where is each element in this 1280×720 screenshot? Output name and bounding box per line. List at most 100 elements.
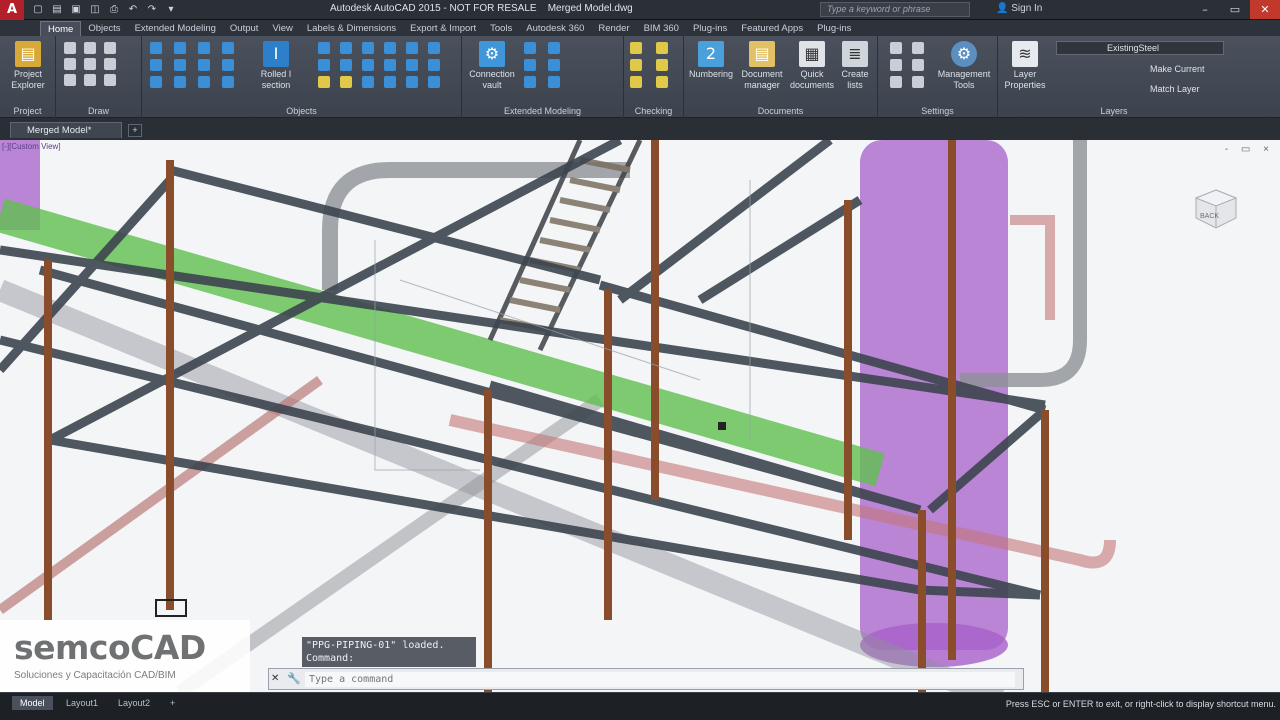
cage-ladder-icon[interactable] (524, 59, 536, 71)
miter-icon[interactable] (150, 76, 162, 88)
settings-f-icon[interactable] (912, 76, 924, 88)
purlin-icon[interactable] (548, 76, 560, 88)
line-icon[interactable] (64, 42, 76, 54)
tool-b18-icon[interactable] (428, 76, 440, 88)
viewcube-icon[interactable]: BACK (1192, 188, 1240, 230)
tab-objects[interactable]: Objects (81, 21, 127, 36)
notch-icon[interactable] (198, 76, 210, 88)
connection-vault-button[interactable]: ⚙ Connection vault (466, 41, 518, 91)
cut-icon[interactable] (174, 59, 186, 71)
cope-icon[interactable] (174, 76, 186, 88)
tool-b14-icon[interactable] (340, 76, 352, 88)
filter-icon[interactable] (630, 76, 642, 88)
tab-bim-360[interactable]: BIM 360 (637, 21, 686, 36)
trim-icon[interactable] (222, 76, 234, 88)
layout-tab-layout1[interactable]: Layout1 (58, 696, 106, 710)
tool-b1-icon[interactable] (318, 42, 330, 54)
spline-icon[interactable] (84, 58, 96, 70)
tab-labels-dimensions[interactable]: Labels & Dimensions (300, 21, 403, 36)
match-layer-button[interactable]: Match Layer (1150, 84, 1200, 94)
search-input[interactable]: Type a keyword or phrase (820, 2, 970, 17)
layer-properties-button[interactable]: ≋ Layer Properties (1000, 41, 1050, 91)
tool-b16-icon[interactable] (384, 76, 396, 88)
tool-b11-icon[interactable] (406, 59, 418, 71)
new-tab-button[interactable]: + (128, 124, 142, 137)
column-icon[interactable] (174, 42, 186, 54)
quick-documents-button[interactable]: ▦ Quick documents (790, 41, 834, 91)
close-icon[interactable]: ✕ (1250, 0, 1280, 19)
tab-autodesk-360[interactable]: Autodesk 360 (519, 21, 591, 36)
tab-view[interactable]: View (265, 21, 299, 36)
stair-icon[interactable] (524, 42, 536, 54)
tool-b5-icon[interactable] (406, 42, 418, 54)
tool-b12-icon[interactable] (428, 59, 440, 71)
rolled-i-section-button[interactable]: I Rolled I section (250, 41, 302, 91)
layout-tab-add[interactable]: + (162, 696, 183, 710)
tool-b8-icon[interactable] (340, 59, 352, 71)
dropdown-icon[interactable]: ▾ (163, 3, 179, 17)
ellipse-icon[interactable] (84, 74, 96, 86)
tab-plug-ins[interactable]: Plug-ins (686, 21, 734, 36)
tab-home[interactable]: Home (40, 21, 82, 36)
save-icon[interactable]: ▣ (68, 3, 84, 17)
railing-icon[interactable] (548, 42, 560, 54)
settings-a-icon[interactable] (890, 42, 902, 54)
drawing-viewport[interactable]: [-][Custom View] - ▭ × BACK (0, 140, 1280, 692)
viewport-label[interactable]: [-][Custom View] (2, 142, 61, 151)
tool-b10-icon[interactable] (384, 59, 396, 71)
highlight-icon[interactable] (656, 76, 668, 88)
numbering-button[interactable]: 2 Numbering (686, 41, 736, 80)
open-icon[interactable]: ▤ (49, 3, 65, 17)
pointer-icon[interactable] (84, 42, 96, 54)
tool-b15-icon[interactable] (362, 76, 374, 88)
tab-featured-apps[interactable]: Featured Apps (734, 21, 810, 36)
tab-tools[interactable]: Tools (483, 21, 519, 36)
file-tab-merged-model[interactable]: Merged Model* (10, 122, 122, 138)
tool-b17-icon[interactable] (406, 76, 418, 88)
make-current-button[interactable]: Make Current (1150, 64, 1205, 74)
undo-icon[interactable]: ↶ (125, 3, 141, 17)
redo-icon[interactable]: ↷ (144, 3, 160, 17)
layout-tab-model[interactable]: Model (12, 696, 53, 710)
plate-icon[interactable] (198, 42, 210, 54)
tool-b13-icon[interactable] (318, 76, 330, 88)
region-icon[interactable] (104, 74, 116, 86)
settings-c-icon[interactable] (890, 59, 902, 71)
clash-icon[interactable] (656, 42, 668, 54)
tab-extended-modeling[interactable]: Extended Modeling (128, 21, 223, 36)
create-lists-button[interactable]: ≣ Create lists (834, 41, 876, 91)
mark-icon[interactable] (656, 59, 668, 71)
settings-e-icon[interactable] (890, 76, 902, 88)
arc-icon[interactable] (104, 42, 116, 54)
close-icon[interactable]: ✕ (271, 673, 279, 684)
project-explorer-button[interactable]: ▤ Project Explorer (2, 41, 54, 91)
tool-b4-icon[interactable] (384, 42, 396, 54)
layout-tab-layout2[interactable]: Layout2 (110, 696, 158, 710)
frame-icon[interactable] (524, 76, 536, 88)
polyline-icon[interactable] (64, 58, 76, 70)
settings-b-icon[interactable] (912, 42, 924, 54)
check-icon[interactable] (630, 42, 642, 54)
saveas-icon[interactable]: ◫ (87, 3, 103, 17)
tool-b7-icon[interactable] (318, 59, 330, 71)
current-layer-dropdown[interactable]: ExistingSteel (1056, 41, 1224, 55)
tab-export-import[interactable]: Export & Import (403, 21, 483, 36)
beam-icon[interactable] (150, 42, 162, 54)
bolt-icon[interactable] (222, 42, 234, 54)
split-icon[interactable] (222, 59, 234, 71)
grating-icon[interactable] (548, 59, 560, 71)
minimize-icon[interactable]: – (1190, 0, 1220, 19)
audit-icon[interactable] (630, 59, 642, 71)
tab-render[interactable]: Render (591, 21, 636, 36)
tool-b9-icon[interactable] (362, 59, 374, 71)
tool-b2-icon[interactable] (340, 42, 352, 54)
management-tools-button[interactable]: ⚙ Management Tools (934, 41, 994, 91)
settings-d-icon[interactable] (912, 59, 924, 71)
app-menu-button[interactable]: A (0, 0, 24, 20)
command-input[interactable] (305, 672, 1015, 687)
tool-b6-icon[interactable] (428, 42, 440, 54)
tool-b3-icon[interactable] (362, 42, 374, 54)
tab-output[interactable]: Output (223, 21, 266, 36)
weld-icon[interactable] (150, 59, 162, 71)
maximize-icon[interactable]: ▭ (1220, 0, 1250, 19)
